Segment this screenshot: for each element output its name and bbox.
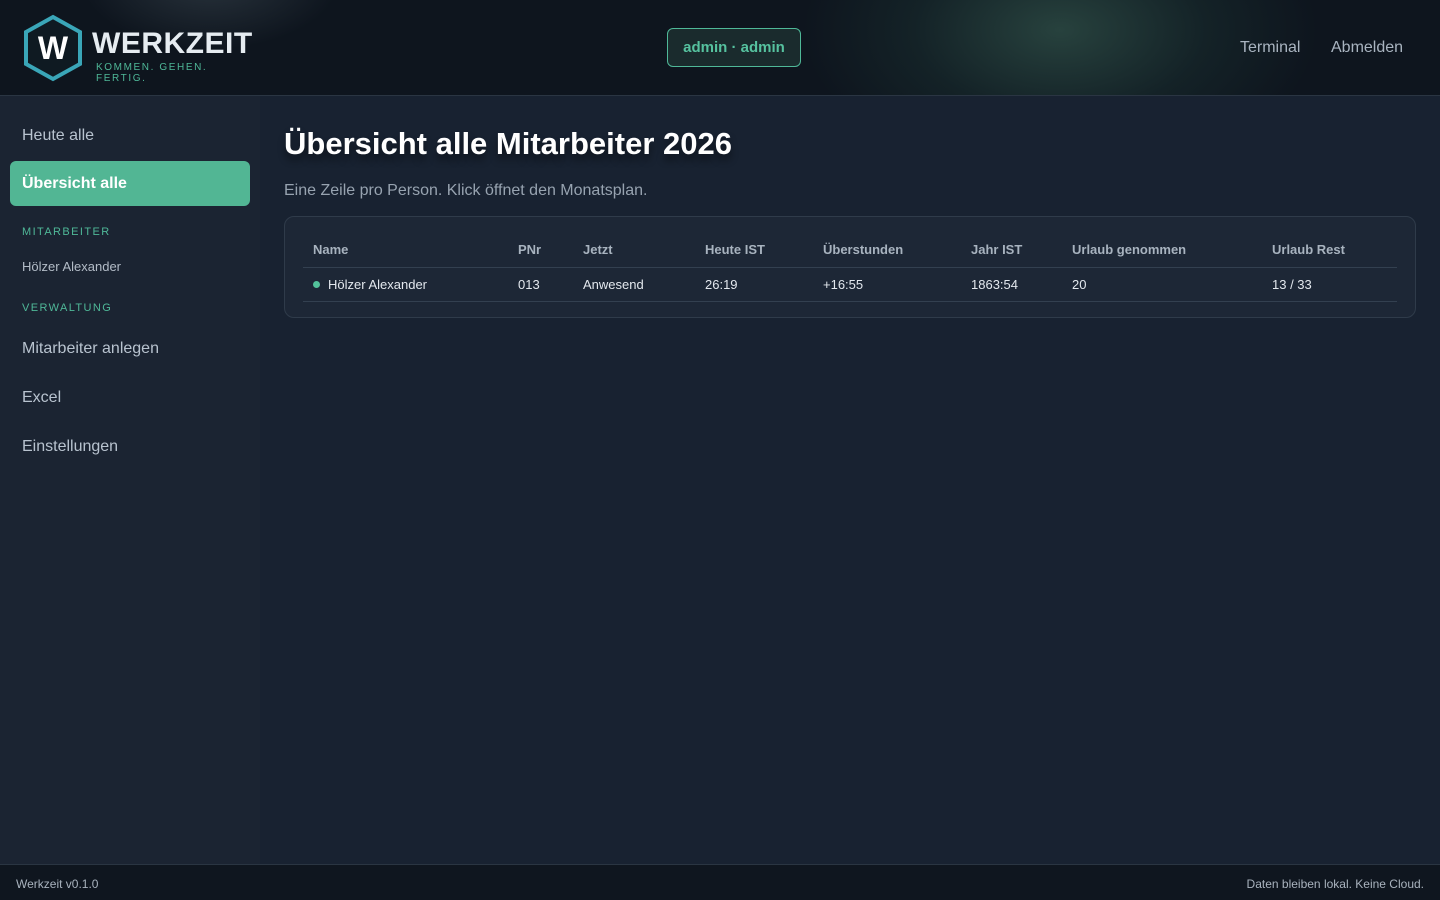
page-title: Übersicht alle Mitarbeiter 2026 xyxy=(284,126,732,161)
sidebar-item-label: Excel xyxy=(22,388,62,406)
cell-overtime: +16:55 xyxy=(813,267,961,302)
column-header-today-actual: Heute IST xyxy=(695,233,813,268)
employee-name: Hölzer Alexander xyxy=(328,276,427,292)
column-header-year-actual: Jahr IST xyxy=(961,233,1062,268)
cell-vacation-rest: 13 / 33 xyxy=(1262,267,1397,302)
top-header: W WERKZEIT KOMMEN. GEHEN. FERTIG. admin … xyxy=(0,0,1440,96)
sidebar-item-label: Einstellungen xyxy=(22,437,119,455)
app-logo[interactable]: W WERKZEIT KOMMEN. GEHEN. FERTIG. xyxy=(22,14,252,84)
section-label-admin: VERWALTUNG xyxy=(22,302,113,314)
column-header-vacation-rest: Urlaub Rest xyxy=(1262,233,1397,268)
column-header-pnr: PNr xyxy=(508,233,573,268)
cell-vacation-taken: 20 xyxy=(1062,267,1262,302)
app-version: Werkzeit v0.1.0 xyxy=(16,877,99,891)
column-header-overtime: Überstunden xyxy=(813,233,961,268)
cell-today-actual: 26:19 xyxy=(695,267,813,302)
sidebar-item-label: Mitarbeiter anlegen xyxy=(22,339,159,357)
overview-table: Name PNr Jetzt Heute IST Überstunden Jah… xyxy=(303,233,1397,302)
cell-status: Anwesend xyxy=(573,267,695,302)
sidebar-item-label: Heute alle xyxy=(22,126,95,144)
logo-tagline: KOMMEN. GEHEN. FERTIG. xyxy=(96,62,208,84)
footer: Werkzeit v0.1.0 Daten bleiben lokal. Kei… xyxy=(0,864,1440,900)
sidebar-employee-item[interactable]: Hölzer Alexander xyxy=(22,259,121,274)
section-label-employees: MITARBEITER xyxy=(22,226,111,238)
cell-name: Hölzer Alexander xyxy=(303,267,508,302)
table-header-row: Name PNr Jetzt Heute IST Überstunden Jah… xyxy=(303,233,1397,268)
table-row[interactable]: Hölzer Alexander 013 Anwesend 26:19 +16:… xyxy=(303,267,1397,302)
sidebar-item-today-all[interactable]: Heute alle xyxy=(10,113,250,158)
user-badge[interactable]: admin · admin xyxy=(667,28,801,67)
status-dot-icon xyxy=(313,280,320,288)
cell-pnr: 013 xyxy=(508,267,573,302)
sidebar-item-settings[interactable]: Einstellungen xyxy=(10,424,250,469)
sidebar-item-overview-all[interactable]: Übersicht alle xyxy=(10,161,250,206)
column-header-vacation-taken: Urlaub genommen xyxy=(1062,233,1262,268)
logo-hexagon-icon: W xyxy=(24,14,82,82)
sidebar-item-label: Übersicht alle xyxy=(22,174,127,192)
logo-letter: W xyxy=(38,30,69,66)
column-header-name: Name xyxy=(303,233,508,268)
main-content: Übersicht alle Mitarbeiter 2026 Eine Zei… xyxy=(260,96,1440,864)
sidebar-item-excel[interactable]: Excel xyxy=(10,375,250,420)
sidebar-item-create-employee[interactable]: Mitarbeiter anlegen xyxy=(10,326,250,371)
overview-table-card: Name PNr Jetzt Heute IST Überstunden Jah… xyxy=(284,216,1416,318)
logout-link[interactable]: Abmelden xyxy=(1331,39,1403,57)
terminal-link[interactable]: Terminal xyxy=(1240,39,1300,57)
privacy-note: Daten bleiben lokal. Keine Cloud. xyxy=(1246,877,1424,891)
sidebar: Heute alle Übersicht alle MITARBEITER Hö… xyxy=(0,96,260,864)
page-subtitle: Eine Zeile pro Person. Klick öffnet den … xyxy=(284,182,648,199)
column-header-now: Jetzt xyxy=(573,233,695,268)
cell-year-actual: 1863:54 xyxy=(961,267,1062,302)
logo-name: WERKZEIT xyxy=(92,27,253,60)
